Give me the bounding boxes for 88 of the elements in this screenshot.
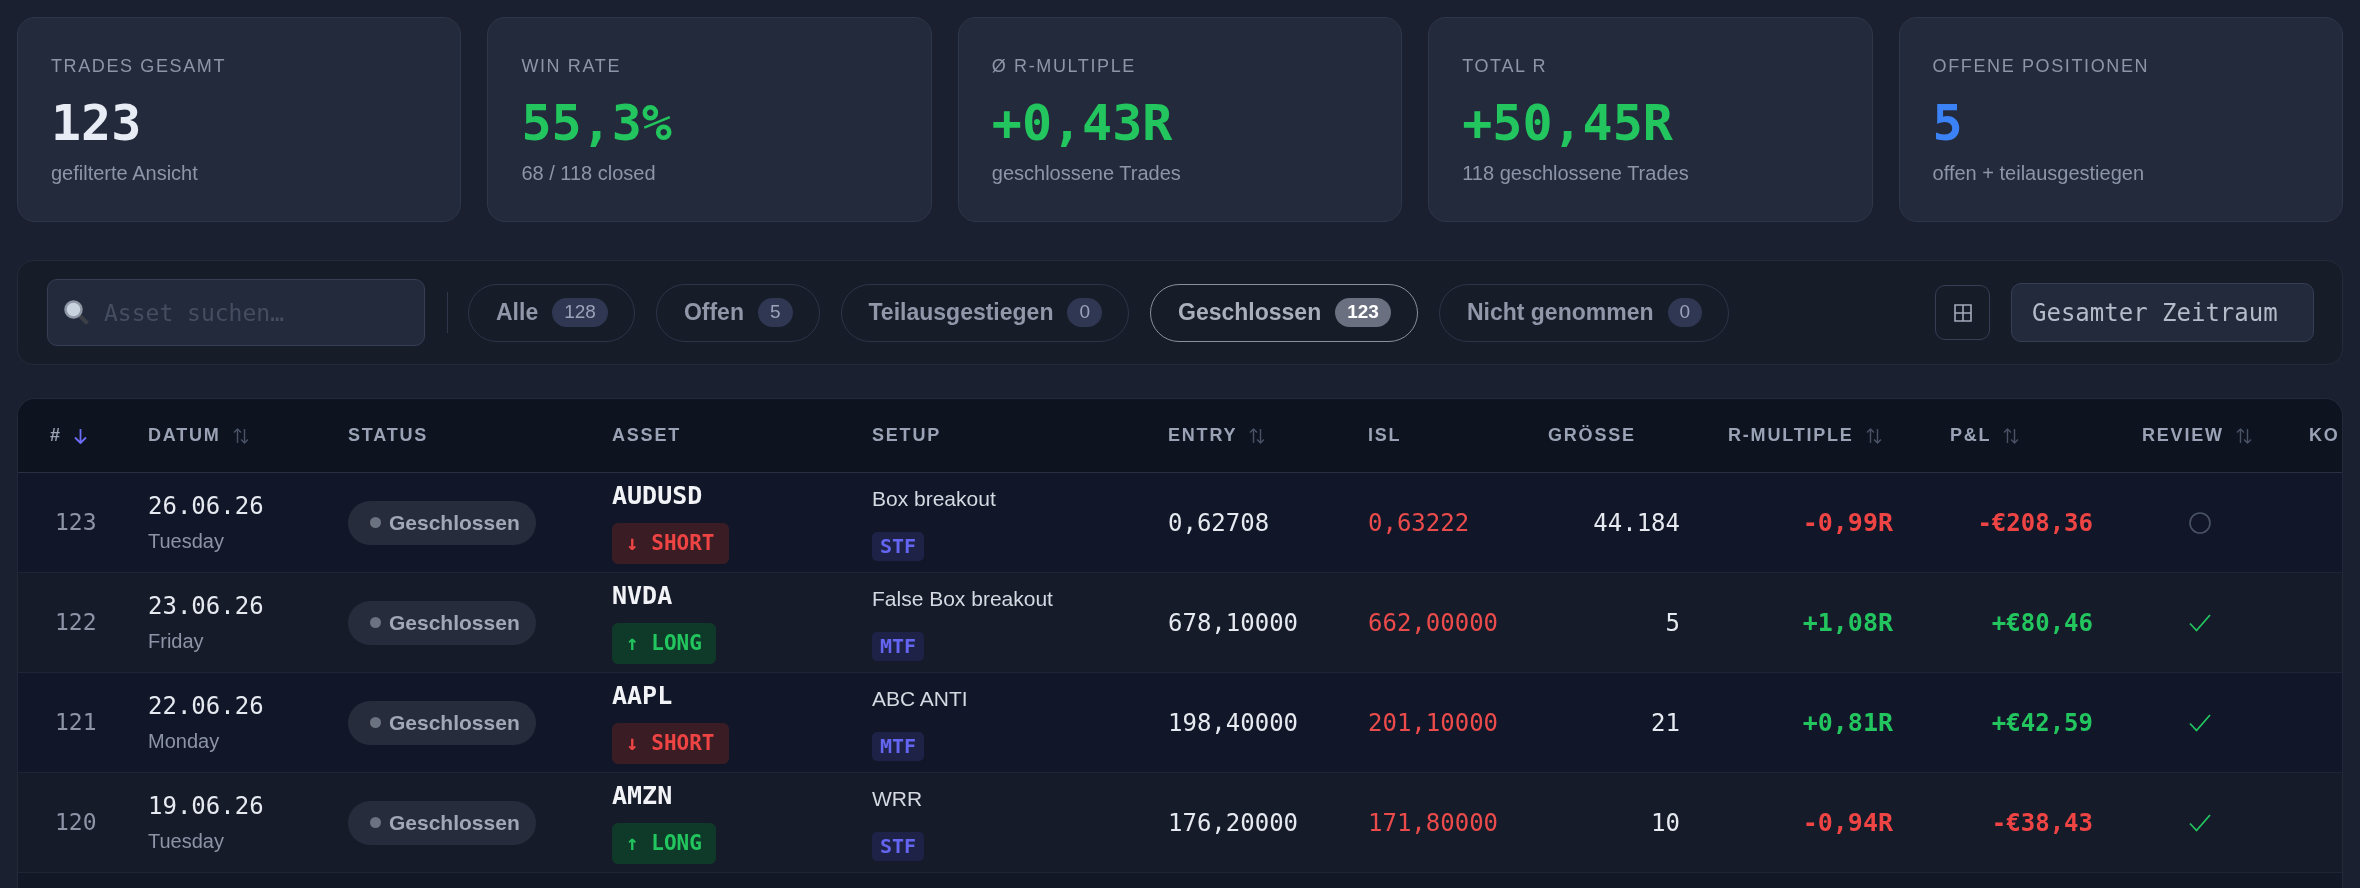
entry-price: 176,20000 [1168, 808, 1299, 837]
stat-caption: 68 / 118 closed [521, 161, 656, 185]
stat-value: +50,45R [1462, 95, 1673, 151]
column-header: KO [2309, 424, 2340, 447]
column-header: SETUP [872, 424, 941, 447]
status-label: Geschlossen [389, 809, 520, 836]
trade-number: 123 [55, 509, 97, 536]
stat-caption: offen + teilausgestiegen [1932, 161, 2145, 185]
pnl-value: -€208,36 [1977, 507, 2093, 539]
direction-tag: ↑ LONG [612, 623, 716, 664]
stat-label: WIN RATE [521, 55, 621, 77]
trade-date: 23.06.26 [148, 592, 264, 621]
column-header[interactable]: REVIEW [2142, 422, 2252, 449]
trade-number: 122 [55, 609, 97, 636]
stat-value: 123 [51, 95, 142, 151]
setup-name: WRR [872, 785, 923, 812]
stat-value: 5 [1932, 95, 1963, 151]
tab-count: 5 [757, 298, 793, 327]
tab-count: 123 [1335, 298, 1391, 327]
status-label: Geschlossen [389, 709, 520, 736]
stat-caption: geschlossene Trades [991, 161, 1181, 185]
entry-price: 678,10000 [1168, 608, 1299, 637]
stop-loss-price: 171,80000 [1368, 808, 1499, 837]
column-header: ISL [1368, 424, 1402, 447]
search-icon [64, 300, 89, 325]
direction-tag: ↑ LONG [612, 823, 716, 864]
status-label: Geschlossen [389, 609, 520, 636]
status-label: Geschlossen [389, 509, 520, 536]
trade-weekday: Friday [148, 629, 204, 653]
column-header[interactable]: P&L [1950, 422, 2020, 449]
trade-date: 26.06.26 [148, 492, 264, 521]
timeframe-tag: MTF [872, 631, 925, 661]
stat-value: +0,43R [991, 95, 1173, 151]
grid-icon [1953, 303, 1972, 322]
pnl-value: -€38,43 [1991, 807, 2093, 839]
trade-weekday: Tuesday [148, 829, 224, 853]
pnl-value: +€80,46 [1991, 607, 2093, 639]
stop-loss-price: 0,63222 [1368, 508, 1470, 537]
column-header[interactable]: DATUM [148, 422, 249, 449]
position-size: 5 [1665, 607, 1680, 639]
stop-loss-price: 201,10000 [1368, 708, 1499, 737]
entry-price: 198,40000 [1168, 708, 1299, 737]
trade-date: 22.06.26 [148, 692, 264, 721]
stat-label: OFFENE POSITIONEN [1932, 55, 2150, 77]
column-header[interactable]: R-MULTIPLE [1728, 422, 1882, 449]
column-header: STATUS [348, 424, 429, 447]
column-header[interactable]: ENTRY [1168, 422, 1266, 449]
asset-symbol: AAPL [612, 681, 673, 711]
pnl-value: +€42,59 [1991, 707, 2093, 739]
setup-name: ABC ANTI [872, 685, 968, 712]
stat-label: TOTAL R [1462, 55, 1548, 77]
period-select[interactable]: Gesamter Zeitraum [2011, 283, 2314, 342]
direction-tag: ↓ SHORT [612, 723, 729, 764]
timeframe-tag: MTF [872, 731, 925, 761]
stat-value: 55,3% [521, 95, 672, 151]
position-size: 44.184 [1593, 507, 1680, 539]
position-size: 10 [1651, 807, 1680, 839]
stop-loss-price: 662,00000 [1368, 608, 1499, 637]
tab-count: 128 [552, 298, 608, 327]
trade-date: 19.06.26 [148, 792, 264, 821]
trade-weekday: Tuesday [148, 529, 224, 553]
tab-count: 0 [1067, 298, 1103, 327]
entry-price: 0,62708 [1168, 508, 1270, 537]
column-header[interactable]: # [50, 422, 87, 449]
direction-tag: ↓ SHORT [612, 523, 729, 564]
asset-symbol: NVDA [612, 581, 673, 611]
setup-name: False Box breakout [872, 585, 1053, 612]
column-header: GRÖSSE [1548, 424, 1636, 447]
r-multiple-value: -0,94R [1802, 806, 1893, 839]
stat-label: Ø R-MULTIPLE [991, 55, 1136, 77]
setup-name: Box breakout [872, 485, 996, 512]
timeframe-tag: STF [872, 831, 925, 861]
timeframe-tag: STF [872, 531, 925, 561]
trade-number: 120 [55, 809, 97, 836]
asset-symbol: AUDUSD [612, 481, 703, 511]
trade-weekday: Monday [148, 729, 220, 753]
stat-caption: 118 geschlossene Trades [1462, 161, 1689, 185]
stat-label: TRADES GESAMT [51, 55, 227, 77]
position-size: 21 [1651, 707, 1680, 739]
r-multiple-value: +1,08R [1802, 606, 1893, 639]
tab-count: 0 [1667, 298, 1703, 327]
column-header: ASSET [612, 424, 681, 447]
r-multiple-value: +0,81R [1802, 706, 1893, 739]
grid-view-button[interactable] [1935, 285, 1990, 340]
stat-caption: gefilterte Ansicht [51, 161, 198, 185]
trade-number: 121 [55, 709, 97, 736]
r-multiple-value: -0,99R [1802, 506, 1893, 539]
asset-symbol: AMZN [612, 781, 673, 811]
